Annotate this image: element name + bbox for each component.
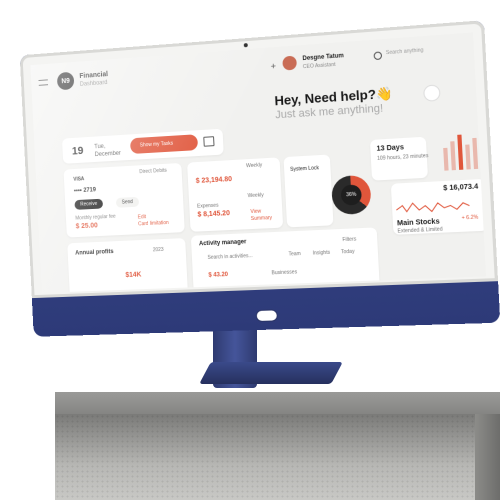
view-link[interactable]: View bbox=[250, 209, 261, 216]
summary-link[interactable]: Summary bbox=[251, 215, 273, 222]
today-filter[interactable]: Today bbox=[341, 249, 355, 256]
card-number: •••• 2719 bbox=[73, 187, 97, 195]
stock-sparkline bbox=[396, 196, 470, 216]
annual-profits-card bbox=[67, 238, 189, 293]
date-weekday: Tue, bbox=[94, 143, 106, 151]
menu-icon[interactable] bbox=[38, 79, 49, 86]
expenses-label: Expenses bbox=[196, 202, 219, 210]
donut-value: 36% bbox=[346, 191, 357, 199]
pedestal-front bbox=[55, 414, 475, 500]
monitor-bezel: N9 Financial Dashboard + Desgne Tatum CE… bbox=[19, 20, 499, 299]
search-input[interactable]: Search anything bbox=[386, 47, 424, 56]
growth-donut: 36% bbox=[330, 174, 372, 216]
income-period[interactable]: Weekly bbox=[246, 162, 262, 169]
stocks-subtitle: Extended & Limited bbox=[397, 226, 443, 235]
search-icon[interactable] bbox=[373, 51, 383, 61]
avatar[interactable] bbox=[282, 55, 297, 71]
receive-button[interactable]: Receive bbox=[74, 198, 104, 210]
team-filter[interactable]: Team bbox=[288, 251, 301, 258]
annual-profits-year[interactable]: 2023 bbox=[153, 247, 164, 253]
card-brand: VISA bbox=[73, 176, 85, 183]
stock-change: + 6.2% bbox=[461, 214, 479, 222]
concrete-pedestal bbox=[55, 392, 500, 500]
user-role: CEO Assistant bbox=[302, 61, 336, 71]
brand-title: Financial bbox=[79, 71, 109, 81]
mini-bar-chart bbox=[443, 134, 479, 171]
monitor-stand-foot bbox=[199, 362, 343, 384]
monitor: N9 Financial Dashboard + Desgne Tatum CE… bbox=[19, 20, 500, 337]
activity-value: $ 43.20 bbox=[208, 272, 229, 279]
calendar-icon[interactable] bbox=[203, 136, 215, 147]
date-number: 19 bbox=[71, 145, 84, 158]
stand-cutout bbox=[255, 309, 279, 323]
annual-profits-value: $14K bbox=[125, 271, 142, 279]
top-bar: N9 Financial Dashboard + Desgne Tatum CE… bbox=[30, 32, 475, 101]
insights-filter[interactable]: Insights bbox=[313, 250, 331, 257]
dashboard-screen: N9 Financial Dashboard + Desgne Tatum CE… bbox=[30, 32, 487, 293]
microphone-icon[interactable] bbox=[423, 84, 441, 102]
pedestal-top bbox=[55, 392, 500, 414]
monthly-fee-value: $ 25.00 bbox=[75, 222, 98, 231]
pedestal-side bbox=[475, 414, 500, 500]
add-icon[interactable]: + bbox=[270, 61, 276, 71]
camera-icon bbox=[243, 43, 248, 48]
edit-link[interactable]: Edit bbox=[138, 214, 147, 220]
user-name: Desgne Tatum bbox=[302, 53, 345, 63]
logo: N9 bbox=[56, 71, 75, 91]
expenses-period[interactable]: Weekly bbox=[248, 192, 264, 199]
businesses-label: Businesses bbox=[271, 269, 298, 277]
brand-subtitle: Dashboard bbox=[79, 80, 108, 88]
filters-button[interactable]: Filters bbox=[342, 236, 356, 243]
send-button[interactable]: Send bbox=[115, 196, 139, 208]
